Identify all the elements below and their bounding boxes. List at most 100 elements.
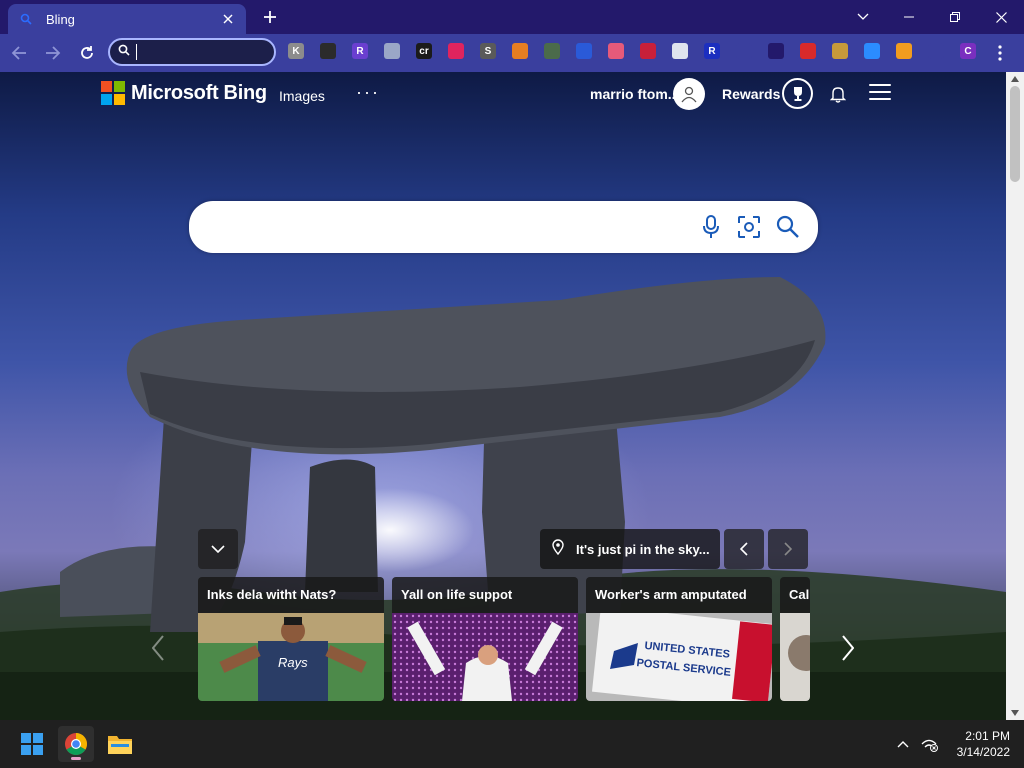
microsoft-logo-icon: [101, 81, 125, 105]
tab-title: Bling: [46, 11, 75, 27]
more-menu-button[interactable]: ···: [356, 82, 380, 103]
bing-search-box[interactable]: [189, 201, 818, 253]
minimize-button[interactable]: [886, 0, 932, 34]
close-window-button[interactable]: [978, 0, 1024, 34]
ext-infinity-icon[interactable]: [736, 43, 752, 59]
browser-titlebar: Bling: [0, 0, 1024, 34]
ext-puzzle-icon[interactable]: [928, 43, 944, 59]
clock-time: 2:01 PM: [965, 729, 1010, 743]
previous-image-button[interactable]: [724, 529, 764, 569]
ext-profile-c-icon[interactable]: C: [960, 43, 976, 59]
network-disconnected-icon[interactable]: [920, 735, 940, 753]
restore-button[interactable]: [932, 0, 978, 34]
logo-text: Microsoft Bing: [131, 81, 267, 104]
user-avatar-icon[interactable]: [673, 78, 705, 110]
chrome-taskbar-icon[interactable]: [58, 726, 94, 762]
reload-icon[interactable]: [72, 38, 102, 68]
windows-taskbar: 2:01 PM 3/14/2022: [0, 720, 1024, 768]
extension-label: R: [356, 45, 364, 57]
ext-gray-k-icon[interactable]: K: [288, 43, 304, 59]
image-info-caption[interactable]: It's just pi in the sky...: [540, 529, 720, 569]
jersey-text: Rays: [278, 655, 308, 670]
extension-label: C: [964, 45, 972, 57]
scroll-up-icon[interactable]: [1010, 74, 1020, 84]
news-card[interactable]: Worker's arm amputated UNITED STATES POS…: [586, 577, 772, 701]
ext-shield-icon[interactable]: [672, 43, 688, 59]
address-input[interactable]: [145, 44, 265, 60]
microphone-icon[interactable]: [697, 213, 725, 241]
news-carousel-prev-icon[interactable]: [146, 632, 170, 664]
ext-red-square-icon[interactable]: [640, 43, 656, 59]
hamburger-menu-icon[interactable]: [869, 84, 891, 102]
news-card-title: Yall on life suppot: [401, 587, 513, 602]
news-thumbnail-partial: [780, 613, 810, 701]
ext-cr-icon[interactable]: cr: [416, 43, 432, 59]
extensions-row: K Rcr S R C: [288, 43, 992, 59]
image-caption-text: It's just pi in the sky...: [576, 541, 710, 557]
visual-search-camera-icon[interactable]: [735, 213, 763, 241]
next-image-button[interactable]: [768, 529, 808, 569]
clock-date: 3/14/2022: [956, 745, 1010, 759]
ext-flag-icon[interactable]: [608, 43, 624, 59]
rewards-trophy-icon[interactable]: [782, 78, 813, 109]
extension-label: cr: [419, 45, 429, 57]
browser-tab-active[interactable]: Bling: [8, 4, 246, 34]
ext-grid-icon[interactable]: [576, 43, 592, 59]
news-thumbnail-postal: UNITED STATES POSTAL SERVICE: [586, 613, 772, 701]
news-card-title: Inks dela witht Nats?: [207, 587, 337, 602]
ext-red-cursor-icon[interactable]: [448, 43, 464, 59]
location-pin-icon: [552, 538, 564, 560]
browser-menu-icon[interactable]: [990, 43, 1010, 63]
news-thumbnail-stage: [392, 613, 578, 701]
ext-robot-icon[interactable]: [768, 43, 784, 59]
expand-feed-chevron-icon[interactable]: [198, 529, 238, 569]
ext-color-wheel-icon[interactable]: [512, 43, 528, 59]
tab-close-icon[interactable]: [220, 11, 236, 27]
bing-homepage: Microsoft Bing Images ··· marrio ftom...…: [0, 72, 1006, 720]
scroll-thumb[interactable]: [1010, 86, 1020, 182]
news-card[interactable]: Call: [780, 577, 810, 701]
news-thumbnail-baseball: Rays: [198, 613, 384, 701]
microsoft-bing-logo[interactable]: Microsoft Bing: [101, 81, 267, 105]
windows-start-icon[interactable]: [14, 726, 50, 762]
notifications-bell-icon[interactable]: [828, 84, 848, 104]
extension-label: S: [484, 45, 492, 57]
rewards-link[interactable]: Rewards: [722, 86, 780, 102]
address-bar[interactable]: [108, 38, 276, 66]
ext-purple-r-icon[interactable]: R: [352, 43, 368, 59]
search-icon: [118, 43, 130, 61]
news-card[interactable]: Inks dela witht Nats? Rays: [198, 577, 384, 701]
page-scrollbar[interactable]: [1006, 72, 1024, 720]
scroll-down-icon[interactable]: [1010, 708, 1020, 718]
extension-label: R: [708, 45, 716, 57]
news-card-title: Call: [789, 587, 810, 602]
ext-play-icon[interactable]: [864, 43, 880, 59]
ext-card-icon[interactable]: [800, 43, 816, 59]
show-hidden-icons-chevron-icon[interactable]: [894, 736, 912, 752]
search-input[interactable]: [211, 216, 691, 238]
back-arrow-icon[interactable]: [4, 38, 34, 68]
ext-blue-r-icon[interactable]: R: [704, 43, 720, 59]
news-card-title: Worker's arm amputated: [595, 587, 747, 602]
system-clock[interactable]: 2:01 PM 3/14/2022: [946, 728, 1010, 760]
bing-header: Microsoft Bing Images ··· marrio ftom...…: [0, 72, 1006, 118]
browser-toolbar: K Rcr S R C: [0, 34, 1024, 72]
forward-arrow-icon[interactable]: [38, 38, 68, 68]
tab-search-chevron-icon[interactable]: [840, 0, 886, 34]
active-app-indicator: [71, 757, 81, 760]
ext-box-icon[interactable]: [544, 43, 560, 59]
new-tab-button[interactable]: [258, 6, 282, 28]
file-explorer-icon[interactable]: [102, 726, 138, 762]
images-link[interactable]: Images: [279, 88, 325, 104]
search-favicon-icon: [18, 11, 34, 27]
ext-s-icon[interactable]: S: [480, 43, 496, 59]
news-carousel-next-icon[interactable]: [836, 632, 860, 664]
text-caret: [136, 44, 137, 60]
ext-dark-orb-icon[interactable]: [320, 43, 336, 59]
news-card[interactable]: Yall on life suppot: [392, 577, 578, 701]
search-submit-icon[interactable]: [774, 213, 802, 241]
user-name[interactable]: marrio ftom...: [590, 86, 679, 102]
ext-honey-icon[interactable]: [896, 43, 912, 59]
ext-cloud-icon[interactable]: [384, 43, 400, 59]
ext-cat-icon[interactable]: [832, 43, 848, 59]
